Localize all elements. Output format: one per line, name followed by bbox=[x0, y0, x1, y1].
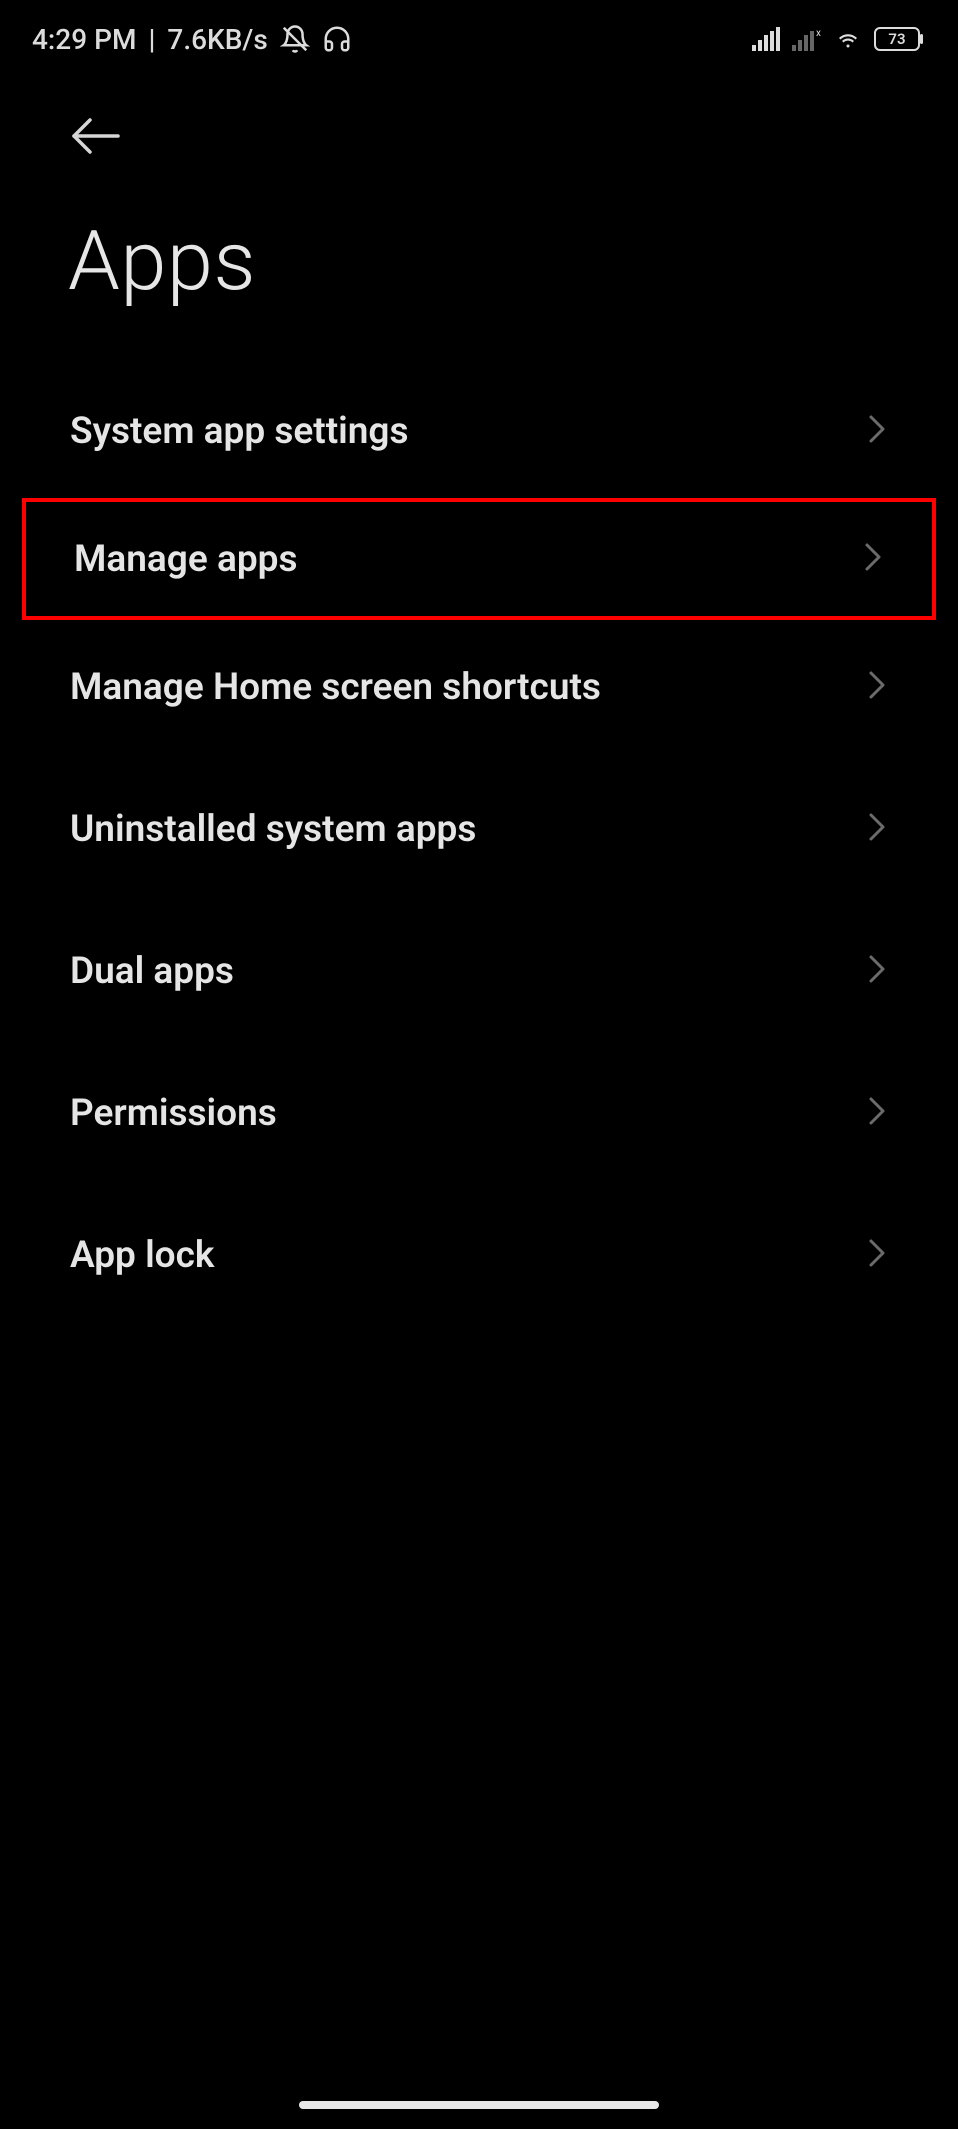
chevron-right-icon bbox=[868, 414, 886, 448]
chevron-right-icon bbox=[868, 670, 886, 704]
status-right: x 73 bbox=[752, 26, 926, 52]
chevron-right-icon bbox=[864, 542, 882, 576]
home-indicator[interactable] bbox=[299, 2101, 659, 2109]
settings-list: System app settings Manage apps Manage H… bbox=[0, 360, 958, 1326]
list-item-label: Dual apps bbox=[70, 950, 234, 993]
list-item-label: Uninstalled system apps bbox=[70, 808, 476, 851]
status-network-speed: 7.6KB/s bbox=[167, 23, 267, 56]
list-item-manage-home-screen-shortcuts[interactable]: Manage Home screen shortcuts bbox=[22, 616, 936, 758]
list-item-label: System app settings bbox=[70, 410, 409, 453]
chevron-right-icon bbox=[868, 954, 886, 988]
list-item-manage-apps[interactable]: Manage apps bbox=[22, 498, 936, 620]
list-item-label: Manage apps bbox=[74, 538, 297, 581]
back-button[interactable] bbox=[68, 109, 122, 163]
page-title: Apps bbox=[0, 193, 958, 360]
list-item-permissions[interactable]: Permissions bbox=[22, 1042, 936, 1184]
chevron-right-icon bbox=[868, 812, 886, 846]
list-item-uninstalled-system-apps[interactable]: Uninstalled system apps bbox=[22, 758, 936, 900]
list-item-dual-apps[interactable]: Dual apps bbox=[22, 900, 936, 1042]
signal-icon bbox=[752, 27, 782, 51]
battery-icon: 73 bbox=[874, 26, 926, 52]
list-item-label: Permissions bbox=[70, 1092, 277, 1135]
status-left: 4:29 PM | 7.6KB/s bbox=[32, 23, 352, 56]
wifi-icon bbox=[832, 27, 864, 51]
list-item-app-lock[interactable]: App lock bbox=[22, 1184, 936, 1326]
status-time: 4:29 PM bbox=[32, 23, 136, 56]
headphones-icon bbox=[322, 24, 352, 54]
status-bar: 4:29 PM | 7.6KB/s bbox=[0, 0, 958, 78]
list-item-system-app-settings[interactable]: System app settings bbox=[22, 360, 936, 502]
back-arrow-icon bbox=[68, 116, 122, 156]
list-item-label: App lock bbox=[70, 1234, 214, 1277]
list-item-label: Manage Home screen shortcuts bbox=[70, 666, 601, 709]
battery-level-text: 73 bbox=[888, 30, 905, 48]
header-nav bbox=[0, 78, 958, 193]
status-separator: | bbox=[148, 23, 155, 56]
chevron-right-icon bbox=[868, 1238, 886, 1272]
svg-text:x: x bbox=[816, 28, 821, 39]
signal-secondary-icon: x bbox=[792, 27, 822, 51]
notifications-muted-icon bbox=[280, 24, 310, 54]
chevron-right-icon bbox=[868, 1096, 886, 1130]
